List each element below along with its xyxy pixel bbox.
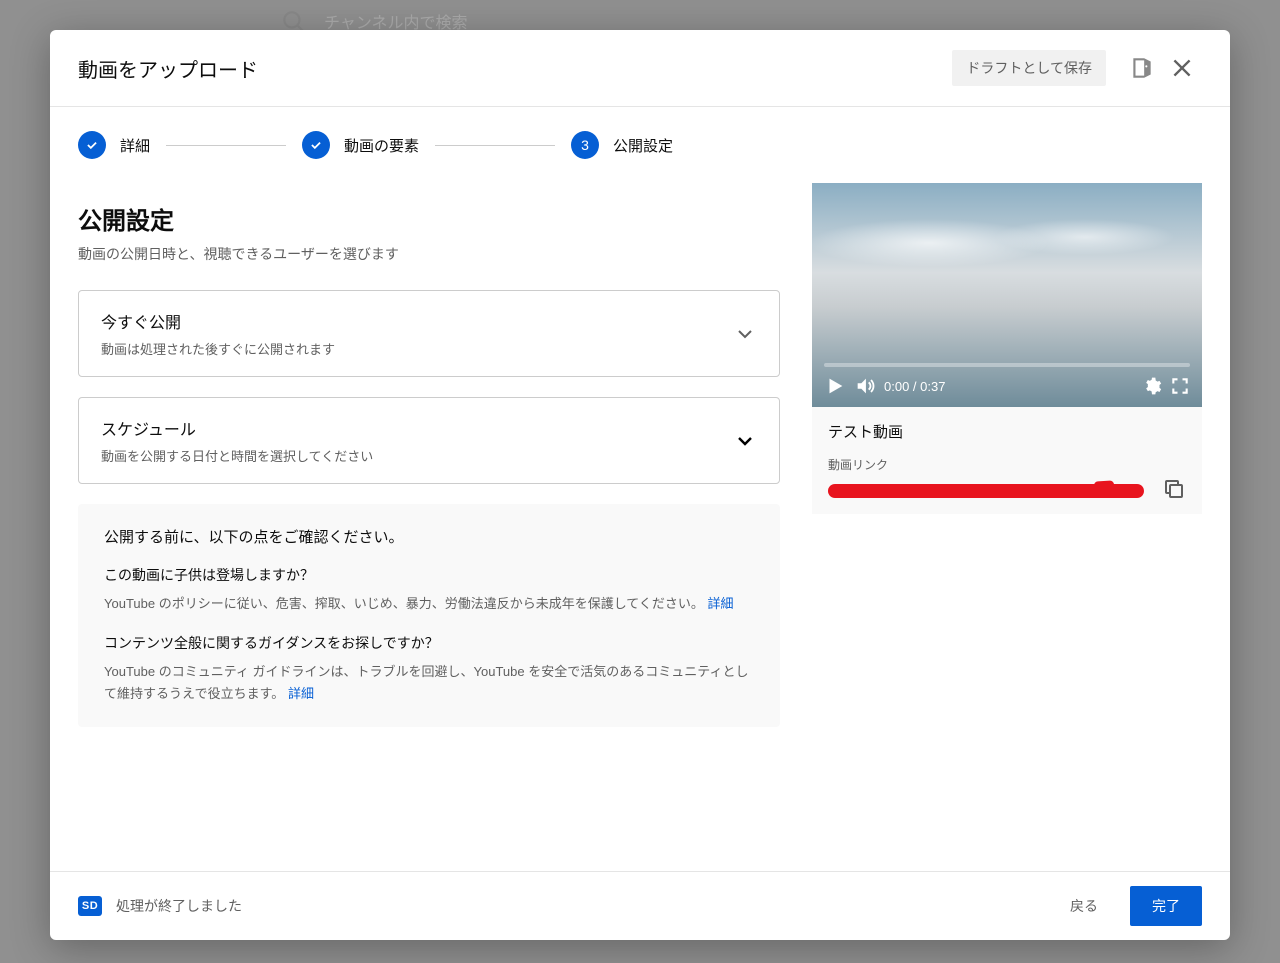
info-a2: YouTube のコミュニティ ガイドラインは、トラブルを回避し、YouTube… bbox=[104, 661, 754, 705]
info-a1: YouTube のポリシーに従い、危害、搾取、いじめ、暴力、労働法違反から未成年… bbox=[104, 593, 754, 615]
video-meta: テスト動画 動画リンク bbox=[812, 407, 1202, 514]
play-button[interactable] bbox=[824, 375, 846, 397]
option-title: 今すぐ公開 bbox=[101, 309, 733, 333]
info-q2: コンテンツ全般に関するガイダンスをお探しですか？ bbox=[104, 633, 754, 653]
feedback-button[interactable] bbox=[1122, 48, 1162, 88]
video-preview[interactable]: 0:00 / 0:37 bbox=[812, 183, 1202, 407]
exit-door-icon bbox=[1129, 55, 1155, 81]
step-line bbox=[435, 145, 555, 146]
step-visibility[interactable]: 3 公開設定 bbox=[571, 131, 673, 159]
fullscreen-button[interactable] bbox=[1170, 376, 1190, 396]
step-label-1: 詳細 bbox=[120, 135, 150, 156]
save-draft-button[interactable]: ドラフトとして保存 bbox=[952, 50, 1106, 86]
section-title: 公開設定 bbox=[78, 201, 780, 236]
sd-badge: SD bbox=[78, 896, 102, 916]
copy-link-button[interactable] bbox=[1162, 477, 1186, 504]
modal-content: 公開設定 動画の公開日時と、視聴できるユーザーを選びます 今すぐ公開 動画は処理… bbox=[50, 183, 1230, 871]
video-title: テスト動画 bbox=[828, 421, 1186, 442]
option-desc: 動画を公開する日付と時間を選択してください bbox=[101, 446, 733, 465]
video-link-redacted bbox=[828, 484, 1144, 498]
video-link-label: 動画リンク bbox=[828, 456, 1186, 473]
option-publish-now[interactable]: 今すぐ公開 動画は処理された後すぐに公開されます bbox=[78, 290, 780, 377]
section-desc: 動画の公開日時と、視聴できるユーザーを選びます bbox=[78, 244, 780, 264]
upload-modal: 動画をアップロード ドラフトとして保存 詳細 動画の要素 3 公開設定 bbox=[50, 30, 1230, 940]
stepper: 詳細 動画の要素 3 公開設定 bbox=[50, 107, 1230, 183]
learn-more-link[interactable]: 詳細 bbox=[708, 596, 734, 611]
option-title: スケジュール bbox=[101, 416, 733, 440]
gear-icon bbox=[1142, 376, 1162, 396]
chevron-down-icon bbox=[733, 322, 757, 346]
volume-button[interactable] bbox=[854, 375, 876, 397]
video-time: 0:00 / 0:37 bbox=[884, 379, 945, 394]
step-line bbox=[166, 145, 286, 146]
check-icon bbox=[309, 138, 323, 152]
modal-footer: SD 処理が終了しました 戻る 完了 bbox=[50, 871, 1230, 940]
modal-header: 動画をアップロード ドラフトとして保存 bbox=[50, 30, 1230, 107]
step-label-2: 動画の要素 bbox=[344, 135, 419, 156]
step-circle-1 bbox=[78, 131, 106, 159]
chevron-down-icon bbox=[733, 429, 757, 453]
option-schedule[interactable]: スケジュール 動画を公開する日付と時間を選択してください bbox=[78, 397, 780, 484]
back-button[interactable]: 戻る bbox=[1052, 886, 1116, 926]
volume-icon bbox=[854, 375, 876, 397]
close-icon bbox=[1169, 55, 1195, 81]
play-icon bbox=[824, 375, 846, 397]
copy-icon bbox=[1162, 477, 1186, 501]
step-details[interactable]: 詳細 bbox=[78, 131, 150, 159]
pre-publish-checks: 公開する前に、以下の点をご確認ください。 この動画に子供は登場しますか？ You… bbox=[78, 504, 780, 727]
step-elements[interactable]: 動画の要素 bbox=[302, 131, 419, 159]
info-heading: 公開する前に、以下の点をご確認ください。 bbox=[104, 526, 754, 547]
footer-status: 処理が終了しました bbox=[116, 896, 1038, 916]
settings-button[interactable] bbox=[1142, 376, 1162, 396]
left-column: 公開設定 動画の公開日時と、視聴できるユーザーを選びます 今すぐ公開 動画は処理… bbox=[78, 183, 780, 871]
step-circle-2 bbox=[302, 131, 330, 159]
step-circle-3: 3 bbox=[571, 131, 599, 159]
step-label-3: 公開設定 bbox=[613, 135, 673, 156]
fullscreen-icon bbox=[1170, 376, 1190, 396]
check-icon bbox=[85, 138, 99, 152]
option-desc: 動画は処理された後すぐに公開されます bbox=[101, 339, 733, 358]
close-button[interactable] bbox=[1162, 48, 1202, 88]
learn-more-link[interactable]: 詳細 bbox=[288, 686, 314, 701]
right-column: 0:00 / 0:37 テスト動画 動画リンク bbox=[812, 183, 1202, 871]
info-q1: この動画に子供は登場しますか？ bbox=[104, 565, 754, 585]
done-button[interactable]: 完了 bbox=[1130, 886, 1202, 926]
modal-title: 動画をアップロード bbox=[78, 54, 952, 83]
video-controls: 0:00 / 0:37 bbox=[812, 365, 1202, 407]
